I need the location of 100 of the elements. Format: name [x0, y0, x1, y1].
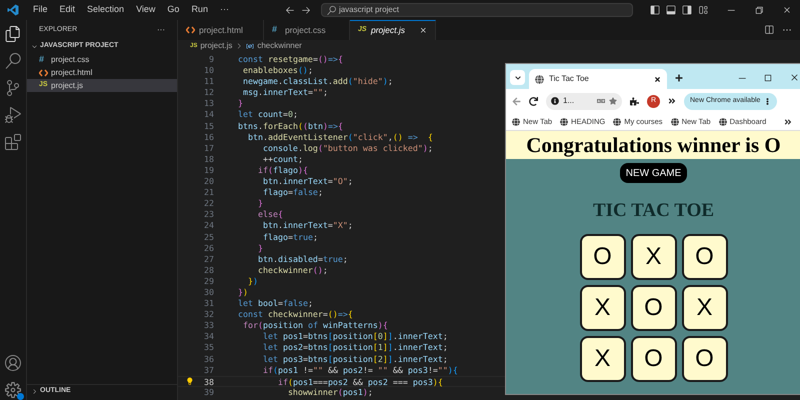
search-icon [326, 6, 336, 14]
account-icon[interactable] [5, 355, 21, 371]
editor-tab[interactable]: project.html [178, 20, 264, 40]
run-debug-icon[interactable] [5, 107, 21, 123]
menu-item[interactable]: Selection [81, 3, 130, 17]
lightbulb-icon[interactable] [184, 376, 194, 386]
code-line: } [256, 242, 263, 254]
new-tab-icon[interactable] [675, 74, 683, 82]
board-cell[interactable]: O [682, 234, 728, 280]
double-chevron-icon[interactable] [784, 118, 792, 126]
code-line: ++count; [262, 154, 303, 165]
line-number: 35 [203, 342, 214, 354]
close-icon[interactable] [654, 76, 661, 82]
explorer-file-entry[interactable]: # project.css [27, 53, 177, 66]
secondary-sidebar-icon[interactable] [682, 5, 692, 15]
menu-item[interactable]: Run [185, 3, 214, 17]
line-number: 39 [203, 386, 214, 398]
code-line: enableboxes(); [242, 65, 313, 76]
line-number: 11 [203, 76, 214, 88]
maximize-icon[interactable] [763, 73, 773, 83]
code-line: flago=false; [262, 187, 323, 198]
sidebar-layout-icon[interactable] [650, 5, 660, 15]
line-number: 20 [203, 176, 214, 188]
line-number: 24 [203, 220, 214, 232]
double-chevron-icon[interactable] [668, 97, 676, 105]
code-line: }) [246, 276, 258, 287]
search-icon[interactable] [5, 53, 21, 69]
tab-search-button[interactable] [510, 70, 525, 85]
line-number: 27 [203, 254, 214, 265]
code-line: let pos3=btns[position[2]].innerText; [262, 354, 448, 365]
reload-icon[interactable] [529, 96, 538, 106]
code-line: const resetgame=()=>{ [236, 54, 343, 66]
more-actions[interactable]: ··· [157, 24, 165, 36]
customize-layout-icon[interactable] [698, 5, 708, 15]
panel-layout-icon[interactable] [666, 5, 676, 15]
globe-icon [613, 118, 622, 126]
code-line: btn.innerText="O"; [262, 176, 353, 188]
source-control-icon[interactable] [5, 80, 21, 96]
close-icon[interactable] [418, 26, 427, 35]
menu-item[interactable]: View [130, 3, 162, 17]
board-cell[interactable]: X [580, 284, 626, 330]
line-number: 15 [203, 120, 214, 132]
variable-icon [246, 42, 254, 50]
code-brackets-icon [39, 68, 48, 76]
board-cell[interactable]: O [682, 336, 728, 382]
board-cell[interactable]: X [630, 234, 676, 280]
board-cell[interactable]: X [580, 336, 626, 382]
new-game-button[interactable]: NEW GAME [620, 163, 688, 183]
line-number: 37 [203, 364, 214, 376]
line-number: 33 [203, 320, 214, 332]
files-icon[interactable] [5, 26, 21, 42]
translate-icon[interactable] [597, 97, 605, 105]
line-number: 22 [203, 198, 214, 210]
line-number: 29 [203, 276, 214, 287]
close-icon[interactable] [789, 72, 800, 83]
close-icon[interactable] [782, 5, 792, 15]
code-line: } [256, 198, 263, 210]
back-arrow-icon[interactable] [284, 5, 295, 15]
explorer-file-entry[interactable]: project.html [27, 66, 177, 79]
code-line: flago=true; [262, 232, 318, 243]
board-cell[interactable]: O [630, 284, 676, 330]
line-number: 32 [203, 309, 214, 320]
code-line: btn.innerText="X"; [262, 220, 353, 232]
board-cell[interactable]: O [630, 336, 676, 382]
menu-item[interactable]: ··· [214, 3, 235, 17]
code-line: for(position of winPatterns){ [242, 320, 388, 332]
board-cell[interactable]: X [682, 284, 728, 330]
board-cell[interactable]: O [580, 234, 626, 280]
menu-item[interactable]: Edit [54, 3, 82, 17]
line-number: 12 [203, 87, 214, 98]
line-number: 30 [203, 286, 214, 298]
forward-arrow-icon[interactable] [300, 5, 311, 15]
line-number: 10 [203, 65, 214, 76]
split-editor-icon[interactable] [764, 25, 774, 35]
code-line: checkwinner(); [256, 264, 328, 276]
code-line: btn.disabled=true; [256, 254, 348, 265]
code-line: let count=0; [236, 109, 298, 121]
settings-icon[interactable] [5, 382, 21, 398]
line-number: 25 [203, 232, 214, 243]
more-options-icon [764, 98, 772, 104]
app-logo-icon [7, 4, 19, 16]
restore-icon[interactable] [754, 5, 764, 15]
notification-badge [17, 393, 24, 400]
code-line: }) [236, 286, 248, 298]
menu-item[interactable]: Go [161, 3, 186, 17]
breadcrumb-item[interactable]: project.js [200, 40, 232, 52]
menu-item[interactable]: File [27, 3, 54, 17]
star-icon[interactable] [609, 97, 617, 105]
search-field[interactable]: javascript project [320, 3, 633, 17]
puzzle-piece-icon[interactable] [630, 96, 639, 106]
browser-tab[interactable]: Tic Tac Toe [529, 69, 667, 89]
extensions-icon[interactable] [5, 134, 21, 150]
address-bar[interactable]: 1... [546, 92, 622, 110]
line-number: 26 [203, 242, 214, 254]
code-line: const checkwinner=()=>{ [236, 309, 353, 320]
breadcrumb-item[interactable]: checkwinner [257, 40, 302, 52]
code-line: if(pos1===pos2 && pos2 === pos3){ [276, 376, 443, 386]
code-line: let pos1=btns[position[0]].innerText; [262, 331, 448, 342]
line-number: 38 [203, 376, 214, 386]
line-number: 14 [203, 109, 214, 121]
